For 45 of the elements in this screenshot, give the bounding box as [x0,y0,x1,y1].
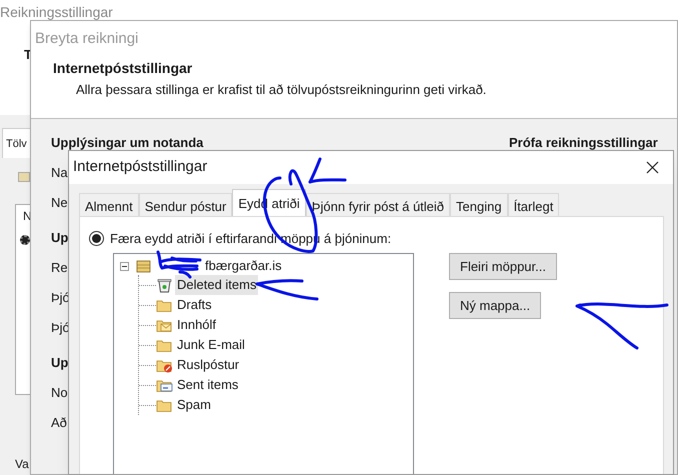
tab[interactable]: Sendur póstur [138,193,232,216]
folder-icon [156,338,173,352]
tree-item[interactable]: Junk E-mail [175,335,247,355]
ink-arrow [256,279,318,300]
folder-icon [156,298,173,312]
dialog-title: Internetpóststillingar [73,157,208,178]
folder-envelope-icon [156,318,173,332]
folder-icon [156,398,173,412]
button[interactable]: Ný mappa... [449,292,542,319]
section-heading: Prófa reikningsstillingar [509,134,658,152]
tab[interactable]: Þjónn fyrir póst á útleið [306,193,450,216]
tab[interactable]: Tölv [2,128,30,158]
tab[interactable]: Almennt [79,193,139,216]
tree-item[interactable]: Drafts [175,295,214,315]
close-icon[interactable] [646,161,659,174]
tree-item[interactable]: Innhólf [175,315,218,335]
tab[interactable]: Tenging [450,193,508,216]
status-text: Va [15,456,29,473]
tree-item[interactable]: Spam [175,395,213,415]
field-label: No [51,385,68,400]
collapse-toggle-icon[interactable] [120,262,129,270]
section-heading: Internetpóststillingar [52,59,194,78]
window-title: Breyta reikningi [34,29,140,49]
field-label: Na [51,165,68,180]
window-title: Reikningsstillingar [0,3,113,22]
tab[interactable]: Ítarlegt [508,193,560,216]
field-label: Re [51,260,68,275]
tree-item[interactable]: Ruslpóstur [175,355,242,375]
folder-envelope-icon [156,378,173,392]
section-heading: Upplýsingar um notanda [51,135,204,150]
description-text: Allra þessara stillinga er krafist til að tölvupóstsreikningurinn geti virkað. [75,81,488,99]
radio-button[interactable] [89,231,104,246]
folder-blocked-icon [156,358,173,372]
ink-scribble [156,250,202,278]
ink-arrow [308,158,346,184]
tree-item[interactable]: Sent items [175,375,240,395]
section-heading: Up [51,355,68,370]
tree-item[interactable]: fbærgarðar.is [205,256,282,276]
tree-item[interactable]: Deleted items [175,275,258,295]
field-label: Ne [51,195,68,210]
field-label: Að [51,415,67,430]
trash-can-icon [156,278,173,292]
button[interactable]: Fleiri möppur... [449,253,557,280]
folder-stack-icon [135,258,152,274]
section-heading: Up [51,230,68,245]
